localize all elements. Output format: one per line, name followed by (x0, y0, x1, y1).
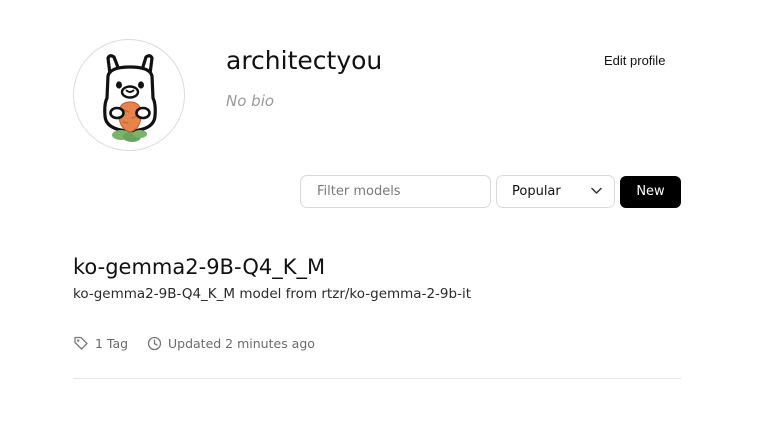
sort-selected-value: Popular (512, 184, 561, 199)
new-model-button[interactable]: New (620, 176, 681, 208)
model-description: ko-gemma2-9B-Q4_K_M model from rtzr/ko-g… (73, 286, 471, 302)
avatar (73, 39, 185, 151)
user-bio: No bio (226, 92, 275, 110)
filter-models-input[interactable] (300, 175, 491, 208)
model-list-item[interactable]: ko-gemma2-9B-Q4_K_M ko-gemma2-9B-Q4_K_M … (73, 250, 681, 379)
llama-avatar-icon (103, 54, 157, 142)
model-tags-count: 1 Tag (73, 334, 128, 352)
username: architectyou (226, 46, 383, 75)
edit-profile-button[interactable]: Edit profile (592, 49, 677, 73)
sort-select[interactable]: Popular (496, 175, 615, 208)
model-updated-time: Updated 2 minutes ago (147, 334, 315, 352)
chevron-down-icon (591, 187, 602, 194)
tag-icon (74, 336, 88, 350)
tags-label: 1 Tag (95, 335, 129, 351)
clock-icon (147, 336, 162, 350)
model-title[interactable]: ko-gemma2-9B-Q4_K_M (73, 252, 325, 282)
updated-label: Updated 2 minutes ago (168, 335, 315, 351)
